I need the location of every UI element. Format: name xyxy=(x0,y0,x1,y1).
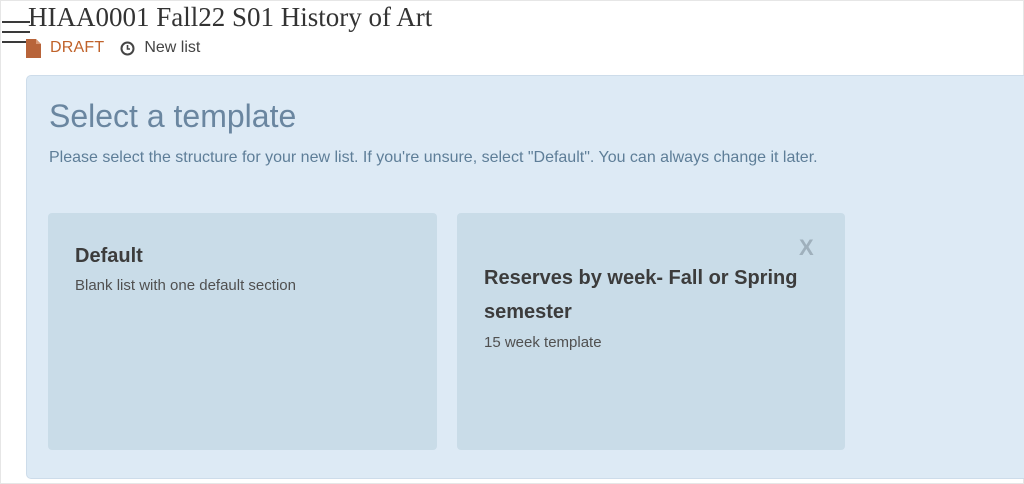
document-icon xyxy=(26,38,41,58)
template-card-title: Default xyxy=(75,245,143,267)
template-card-title: Reserves by week- Fall or Spring semeste… xyxy=(484,267,798,323)
clock-icon xyxy=(120,41,135,56)
template-card-description: Blank list with one default section xyxy=(75,277,296,294)
panel-instructions: Please select the structure for your new… xyxy=(49,149,818,166)
template-card-default[interactable]: Default Blank list with one default sect… xyxy=(48,213,437,450)
page-title: HIAA0001 Fall22 S01 History of Art xyxy=(28,2,433,32)
close-icon[interactable]: X xyxy=(799,233,814,263)
template-card-reserves-by-week[interactable]: X Reserves by week- Fall or Spring semes… xyxy=(457,213,845,450)
draft-status-badge: DRAFT xyxy=(50,39,105,56)
list-status-row: DRAFT New list xyxy=(26,37,200,59)
template-selection-panel: Select a template Please select the stru… xyxy=(26,75,1024,479)
list-name-label: New list xyxy=(144,39,201,56)
page-header: HIAA0001 Fall22 S01 History of Art DRAFT… xyxy=(0,0,1024,68)
panel-heading: Select a template xyxy=(49,98,297,134)
template-card-description: 15 week template xyxy=(484,334,602,351)
